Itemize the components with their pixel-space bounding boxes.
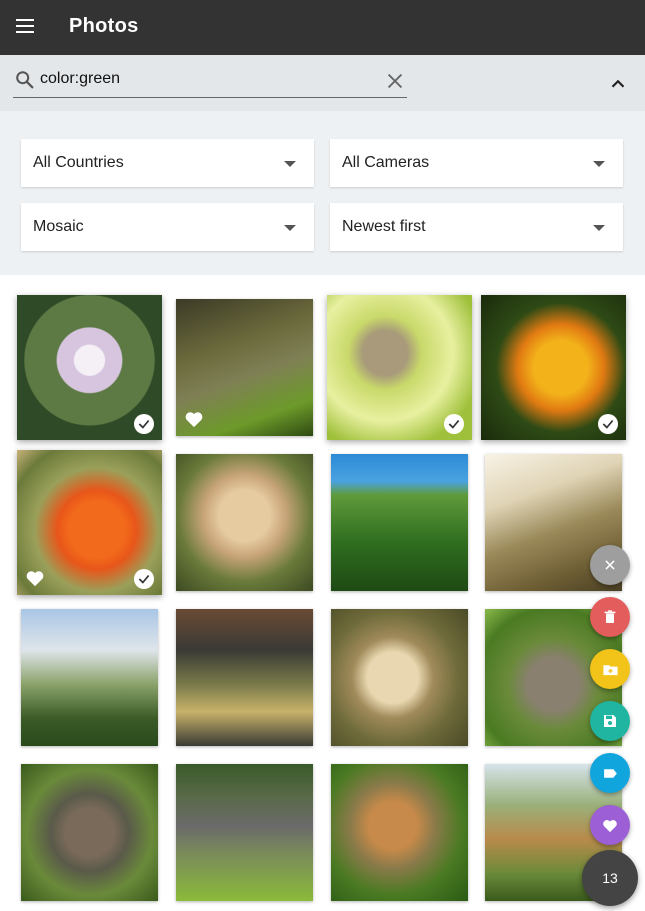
search-underline (13, 97, 407, 98)
view-select-label: Mosaic (33, 218, 84, 235)
photo-tile[interactable] (176, 764, 313, 901)
sort-select-label: Newest first (342, 218, 426, 235)
photo-tile[interactable] (176, 299, 313, 436)
camera-select[interactable]: All Cameras (330, 139, 623, 187)
photo-tile[interactable] (17, 450, 162, 595)
photo-tile[interactable] (21, 764, 158, 901)
dropdown-arrow-icon (593, 161, 605, 167)
sort-select[interactable]: Newest first (330, 203, 623, 251)
check-icon (134, 569, 154, 589)
photo-tile[interactable] (176, 609, 313, 746)
folder-add-icon (602, 664, 618, 675)
country-select[interactable]: All Countries (21, 139, 314, 187)
check-icon (598, 414, 618, 434)
photo-tile[interactable] (331, 764, 468, 901)
view-select[interactable]: Mosaic (21, 203, 314, 251)
dropdown-arrow-icon (593, 225, 605, 231)
photo-tile[interactable] (331, 454, 468, 591)
photo-tile[interactable] (176, 454, 313, 591)
filter-panel: All Countries All Cameras Mosaic Newest … (0, 111, 645, 275)
camera-select-label: All Cameras (342, 154, 430, 171)
clear-selection-button[interactable] (590, 545, 630, 585)
photo-grid (0, 275, 645, 911)
photo-tile[interactable] (21, 609, 158, 746)
photo-tile[interactable] (481, 295, 626, 440)
label-button[interactable] (590, 753, 630, 793)
photo-tile[interactable] (17, 295, 162, 440)
app-bar: Photos (0, 0, 645, 55)
selection-count-button[interactable]: 13 (582, 850, 638, 906)
search-icon (16, 71, 34, 89)
heart-icon (185, 412, 203, 428)
add-to-album-button[interactable] (590, 649, 630, 689)
save-icon (604, 715, 616, 727)
photo-tile[interactable] (327, 295, 472, 440)
country-select-label: All Countries (33, 154, 124, 171)
trash-icon (604, 610, 616, 623)
chevron-up-icon[interactable] (607, 73, 629, 95)
heart-icon (26, 571, 44, 587)
close-icon (605, 560, 615, 570)
selection-count: 13 (602, 870, 618, 886)
photo-tile[interactable] (331, 609, 468, 746)
search-bar (0, 55, 645, 111)
heart-icon (603, 819, 617, 832)
delete-button[interactable] (590, 597, 630, 637)
check-icon (444, 414, 464, 434)
label-icon (603, 768, 617, 778)
download-button[interactable] (590, 701, 630, 741)
check-icon (134, 414, 154, 434)
menu-icon[interactable] (16, 19, 34, 33)
like-button[interactable] (590, 805, 630, 845)
dropdown-arrow-icon (284, 161, 296, 167)
clear-search-icon[interactable] (384, 70, 406, 92)
dropdown-arrow-icon (284, 225, 296, 231)
search-input[interactable] (40, 67, 385, 91)
page-title: Photos (69, 15, 139, 37)
